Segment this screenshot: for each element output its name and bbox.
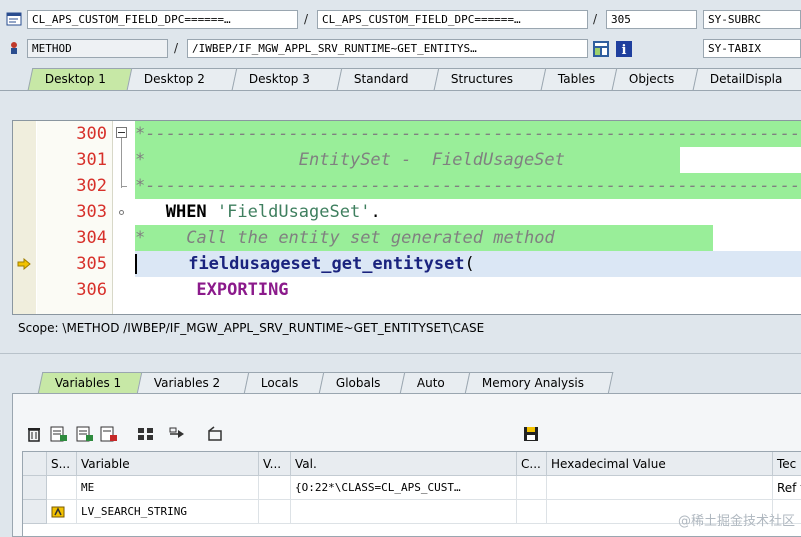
line-number: 303 <box>76 202 107 222</box>
code-line-302: *---------------------------------------… <box>135 173 801 199</box>
table-cell <box>517 500 547 524</box>
value-cell[interactable] <box>291 500 517 524</box>
event-name-field[interactable]: /IWBEP/IF_MGW_APPL_SRV_RUNTIME~GET_ENTIT… <box>187 39 588 58</box>
program-icon <box>6 11 22 27</box>
fold-line <box>121 138 122 188</box>
column-header-change[interactable]: C... <box>517 452 547 476</box>
code-line-303: WHEN 'FieldUsageSet'. <box>165 202 381 222</box>
column-header-status[interactable]: S... <box>47 452 77 476</box>
scope-label: Scope: \METHOD /IWBEP/IF_MGW_APPL_SRV_RU… <box>18 321 485 335</box>
line-number: 302 <box>76 176 107 196</box>
code-line-305: fieldusageset_get_entityset( <box>135 251 801 277</box>
variable-cell[interactable]: ME <box>77 476 259 500</box>
tab-divider <box>0 90 801 91</box>
current-line-arrow-icon <box>17 258 31 270</box>
table-cell <box>47 500 77 524</box>
tab-desktop-1[interactable]: Desktop 1 <box>27 68 133 90</box>
breakpoint-gutter[interactable] <box>13 121 36 314</box>
tab-memory-analysis[interactable]: Memory Analysis <box>464 372 614 394</box>
tab-detail-display[interactable]: DetailDispla <box>692 68 801 90</box>
tab-desktop-2[interactable]: Desktop 2 <box>126 68 238 90</box>
delete-row-icon[interactable] <box>100 426 118 442</box>
fold-toggle-icon[interactable] <box>116 127 127 138</box>
value-cell[interactable]: {O:22*\CLASS=CL_APS_CUST… <box>291 476 517 500</box>
code-line-301: * EntitySet - FieldUsageSet <box>135 147 801 173</box>
tab-locals[interactable]: Locals <box>243 372 325 394</box>
column-header-hex[interactable]: Hexadecimal Value <box>547 452 773 476</box>
delete-icon[interactable] <box>26 426 42 442</box>
method-icon <box>6 40 22 56</box>
insert-row-icon[interactable] <box>50 426 68 442</box>
line-number: 304 <box>76 228 107 248</box>
column-header-v[interactable]: V... <box>259 452 291 476</box>
sy-tabix-field[interactable]: SY-TABIX <box>703 39 801 58</box>
code-line-304: * Call the entity set generated method <box>135 225 801 251</box>
grid-corner[interactable] <box>23 452 47 476</box>
source-editor[interactable]: 300 301 302 303 304 305 306 *-----------… <box>12 120 801 315</box>
watchpoint-icon <box>51 506 65 518</box>
code-line-306: EXPORTING <box>196 280 289 300</box>
separator: / <box>593 12 598 26</box>
table-cell <box>517 476 547 500</box>
column-header-value[interactable]: Val. <box>291 452 517 476</box>
tab-variables-1[interactable]: Variables 1 <box>37 372 143 394</box>
tec-cell: Ref t <box>773 476 801 500</box>
include-field[interactable]: CL_APS_CUSTOM_FIELD_DPC======… <box>317 10 588 29</box>
structure-icon[interactable] <box>168 426 188 442</box>
separator: / <box>174 41 179 55</box>
clear-icon[interactable] <box>206 426 224 442</box>
svg-text:i: i <box>622 43 627 58</box>
variable-cell[interactable]: LV_SEARCH_STRING <box>77 500 259 524</box>
row-selector[interactable] <box>23 500 47 524</box>
tab-globals[interactable]: Globals <box>318 372 406 394</box>
tab-tables[interactable]: Tables <box>540 68 618 90</box>
table-cell <box>259 500 291 524</box>
display-source-icon[interactable] <box>592 40 610 58</box>
line-number: 300 <box>76 124 107 144</box>
save-icon[interactable] <box>522 425 540 443</box>
separator: / <box>304 12 309 26</box>
line-number: 301 <box>76 150 107 170</box>
desktop-tabs: Desktop 1 Desktop 2 Desktop 3 Standard S… <box>27 66 801 90</box>
divider <box>0 353 801 354</box>
tab-objects[interactable]: Objects <box>611 68 699 90</box>
column-header-variable[interactable]: Variable <box>77 452 259 476</box>
variable-tabs: Variables 1 Variables 2 Locals Globals A… <box>37 370 614 394</box>
tab-structures[interactable]: Structures <box>433 68 547 90</box>
fold-line <box>121 186 127 187</box>
table-cell <box>259 476 291 500</box>
code-line-300: *---------------------------------------… <box>135 121 801 147</box>
watermark: @稀土掘金技术社区 <box>677 514 795 529</box>
tab-desktop-3[interactable]: Desktop 3 <box>231 68 343 90</box>
line-number: 305 <box>76 254 107 274</box>
append-row-icon[interactable] <box>76 426 94 442</box>
row-selector[interactable] <box>23 476 47 500</box>
column-header-tec[interactable]: Tec <box>773 452 801 476</box>
line-number: 306 <box>76 280 107 300</box>
tab-variables-2[interactable]: Variables 2 <box>136 372 250 394</box>
table-cell <box>47 476 77 500</box>
sy-subrc-field[interactable]: SY-SUBRC <box>703 10 801 29</box>
info-icon[interactable]: i <box>615 40 633 58</box>
sort-icon[interactable] <box>136 426 156 442</box>
program-field[interactable]: CL_APS_CUSTOM_FIELD_DPC======… <box>27 10 298 29</box>
event-type-field[interactable]: METHOD <box>27 39 168 58</box>
fold-dot <box>119 210 124 215</box>
tab-auto[interactable]: Auto <box>399 372 471 394</box>
hex-cell <box>547 476 773 500</box>
tab-standard[interactable]: Standard <box>336 68 440 90</box>
line-number-field[interactable]: 305 <box>606 10 697 29</box>
